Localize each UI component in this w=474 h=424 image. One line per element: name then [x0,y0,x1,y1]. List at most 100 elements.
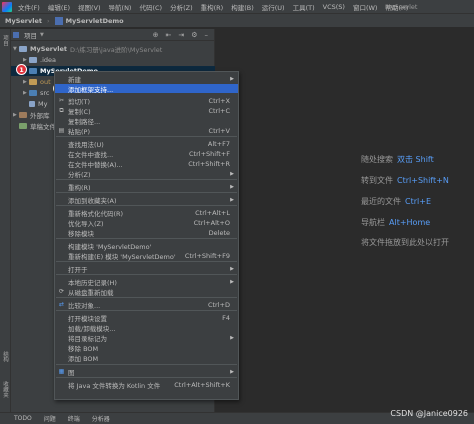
folder-icon [19,46,27,52]
problems-tab[interactable]: 问题 [44,414,56,423]
profiler-tab[interactable]: 分析器 [92,414,110,423]
menu-item-label: 在文件中替换(A)... [68,160,123,169]
menu-item-label: 添加框架支持... [68,85,114,94]
menu-item-compare-with[interactable]: ⇄ 比较对象... Ctrl+D [55,300,238,310]
menu-item-mark-directory-as[interactable]: 将目录标记为 ▶ [55,333,238,343]
menu-item-add-framework-support[interactable]: 添加框架支持... [55,84,238,94]
menu-item-local-history[interactable]: 本地历史记录(H) ▶ [55,277,238,287]
menu-item-label: 将 Java 文件转换为 Kotlin 文件 [68,381,161,390]
submenu-arrow-icon: ▶ [230,196,234,203]
menu-item-shortcut: F4 [222,313,230,322]
menu-separator [56,310,237,311]
menu-file[interactable]: 文件(F) [18,2,40,12]
menu-item-refactor[interactable]: 重构(R) ▶ [55,182,238,192]
menu-item-open-in[interactable]: 打开于 ▶ [55,264,238,274]
tree-item-scratches[interactable]: 草稿文件 [19,121,56,131]
terminal-tab[interactable]: 终端 [68,414,80,423]
menu-separator [56,179,237,180]
tree-item-idea[interactable]: ▶ .idea [23,55,56,65]
submenu-arrow-icon: ▶ [230,170,234,177]
menu-item-copy[interactable]: ⧉ 复制(C) Ctrl+C [55,106,238,116]
editor-area: 随处搜索 双击 Shift 转到文件 Ctrl+Shift+N 最近的文件 Ctrl+… [216,29,474,412]
menu-item-optimize-imports[interactable]: 优化导入(Z) Ctrl+Alt+O [55,218,238,228]
menu-item-paste[interactable]: ▤ 粘贴(P) Ctrl+V [55,126,238,136]
menu-item-rebuild-module[interactable]: 重新构建(E) 模块 'MyServletDemo' Ctrl+Shift+F9 [55,251,238,261]
menu-item-add-bom[interactable]: 添加 BOM [55,353,238,363]
menu-item-label: 新建 [68,75,81,84]
menu-tools[interactable]: 工具(T) [293,2,315,12]
menu-item-find-usages[interactable]: 查找用法(U) Alt+F7 [55,139,238,149]
menu-item-remove-module[interactable]: 移除模块 Delete [55,228,238,238]
menu-vcs[interactable]: VCS(S) [323,3,345,11]
menu-item-copy-path[interactable]: 复制路径... [55,116,238,126]
tree-item-external-libraries[interactable]: ▶ 外部库 [13,110,50,120]
collapse-all-icon[interactable]: ⇤ [165,31,171,39]
submenu-arrow-icon: ▶ [230,278,234,285]
menu-item-shortcut: Ctrl+Shift+F [189,149,230,158]
menu-item-reload-from-disk[interactable]: ⟳ 从磁盘重新加载 [55,287,238,297]
project-panel-title[interactable]: 项目 [24,30,37,40]
module-folder-icon [29,68,37,74]
todo-tab[interactable]: TODO [14,415,32,422]
menu-item-diagrams[interactable]: ▦ 图 ▶ [55,367,238,377]
menu-item-load-unload-modules[interactable]: 加载/卸载模块... [55,323,238,333]
structure-tool-tab[interactable]: 结构 [1,351,9,362]
menu-item-find-in-files[interactable]: 在文件中查找... Ctrl+Shift+F [55,149,238,159]
tree-item-src[interactable]: ▶ src [23,88,50,98]
scratch-icon [19,123,27,129]
menu-build[interactable]: 构建(B) [231,2,254,12]
locate-icon[interactable]: ⊕ [153,31,159,39]
menu-item-cut[interactable]: ✂ 剪切(T) Ctrl+X [55,96,238,106]
menu-item-label: 打开于 [68,265,88,274]
menu-refactor[interactable]: 重构(R) [201,2,224,12]
menu-item-add-to-favorites[interactable]: 添加到收藏夹(A) ▶ [55,195,238,205]
breadcrumb-project[interactable]: MyServlet [5,17,42,25]
chevron-down-icon[interactable]: ▼ [40,32,44,38]
navigation-bar: MyServlet › MyServletDemo [0,14,474,28]
hint-recent-files: 最近的文件 Ctrl+E [361,196,431,207]
menu-item-shortcut: Ctrl+V [208,126,230,135]
menu-item-label: 构建模块 'MyServletDemo' [68,242,152,251]
menu-item-remove-bom[interactable]: 移除 BOM [55,343,238,353]
menu-navigate[interactable]: 导航(N) [109,2,132,12]
tree-item-out[interactable]: ▶ out [23,77,51,87]
menu-item-open-module-settings[interactable]: 打开模块设置 F4 [55,313,238,323]
menu-item-label: 分析(Z) [68,170,91,179]
menu-item-new[interactable]: 新建 ▶ [55,74,238,84]
menu-item-reformat-code[interactable]: 重新格式化代码(R) Ctrl+Alt+L [55,208,238,218]
hint-goto-file: 转到文件 Ctrl+Shift+N [361,175,449,186]
tree-item-label: src [40,89,50,97]
menu-bar: 文件(F) 编辑(E) 视图(V) 导航(N) 代码(C) 分析(Z) 重构(R… [0,0,474,14]
hint-label: 转到文件 [361,176,393,185]
menu-run[interactable]: 运行(U) [262,2,285,12]
menu-edit[interactable]: 编辑(E) [48,2,70,12]
tree-item-label: 外部库 [30,112,50,120]
tree-item-file[interactable]: My [29,99,47,109]
diagram-icon: ▦ [58,368,65,375]
menu-code[interactable]: 代码(C) [139,2,162,12]
menu-view[interactable]: 视图(V) [78,2,101,12]
menu-item-convert-java-to-kotlin[interactable]: 将 Java 文件转换为 Kotlin 文件 Ctrl+Alt+Shift+K [55,380,238,390]
gear-icon[interactable]: ⚙ [191,31,197,39]
menu-separator [56,205,237,206]
step-badge-1: 1 [16,64,27,75]
breadcrumb-module[interactable]: MyServletDemo [66,17,124,25]
left-tool-strip: 项目 结构 收藏夹 [0,29,11,412]
menu-window[interactable]: 窗口(W) [353,2,378,12]
menu-analyze[interactable]: 分析(Z) [170,2,193,12]
expand-all-icon[interactable]: ⇥ [178,31,184,39]
window-title: MyServlet [385,3,418,11]
menu-item-replace-in-files[interactable]: 在文件中替换(A)... Ctrl+Shift+R [55,159,238,169]
tree-item-root[interactable]: ▼ MyServlet D:\练习册\java进阶\MyServlet [13,44,162,54]
menu-item-analyze[interactable]: 分析(Z) ▶ [55,169,238,179]
favorites-tool-tab[interactable]: 收藏夹 [1,381,9,398]
source-folder-icon [29,90,37,96]
menu-item-label: 移除模块 [68,229,94,238]
menu-item-label: 本地历史记录(H) [68,278,117,287]
project-tool-tab[interactable]: 项目 [1,35,9,46]
hint-drop-files: 将文件拖放到此处以打开 [361,237,449,248]
menu-item-build-module[interactable]: 构建模块 'MyServletDemo' [55,241,238,251]
minimize-icon[interactable]: – [205,31,209,39]
menu-item-label: 图 [68,368,75,377]
menu-item-shortcut: Ctrl+Alt+L [195,208,230,217]
